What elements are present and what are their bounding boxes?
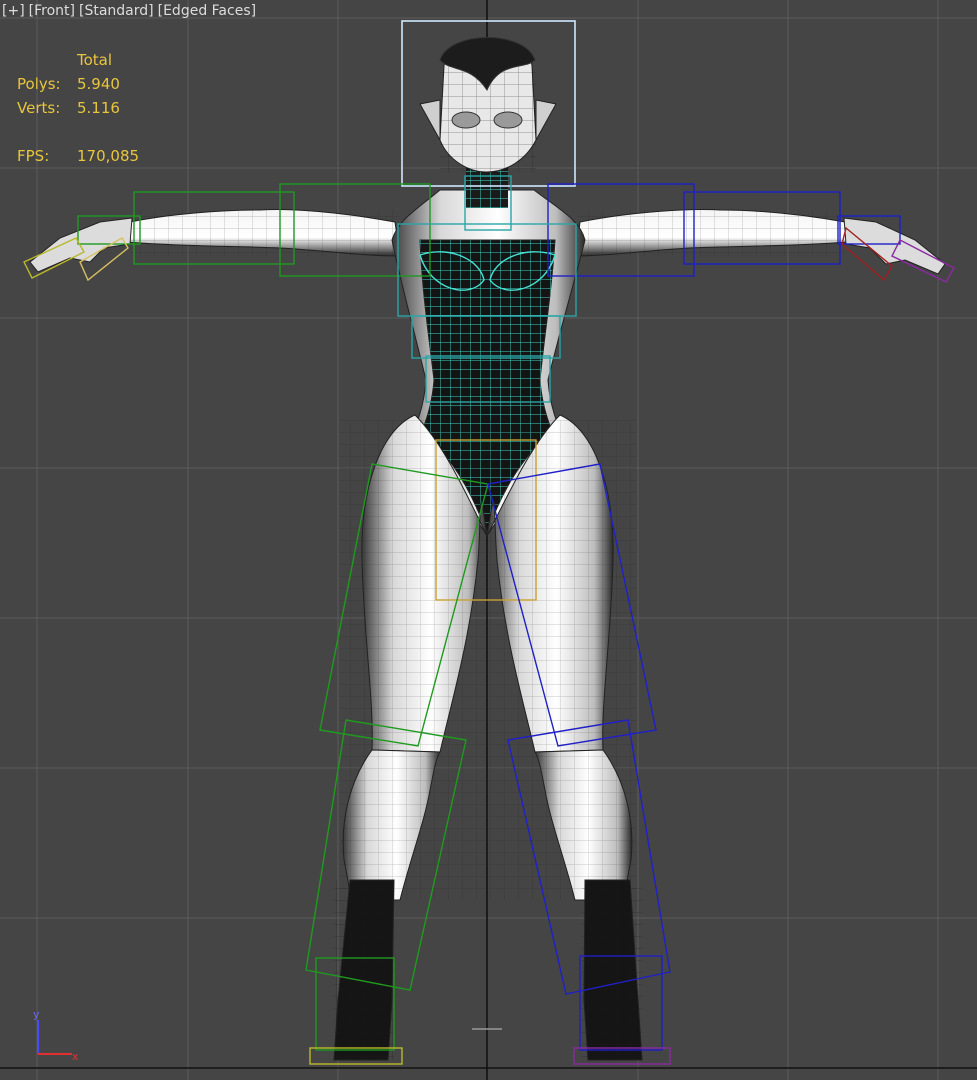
viewport-scene[interactable]: [0, 0, 977, 1080]
stats-verts-row: Verts: 5.116: [17, 96, 139, 120]
right-arm-mesh: [578, 210, 846, 256]
left-boot-mesh: [334, 880, 394, 1060]
viewport-label-menu: [+] [Front] [Standard] [Edged Faces]: [2, 3, 256, 19]
polys-value: 5.940: [77, 75, 120, 93]
front-viewport[interactable]: [+] [Front] [Standard] [Edged Faces] Tot…: [0, 0, 977, 1080]
stats-polys-row: Polys: 5.940: [17, 72, 139, 96]
right-hand: [843, 217, 946, 275]
axis-y-label: y: [33, 1008, 40, 1021]
verts-value: 5.116: [77, 99, 120, 117]
polys-label: Polys:: [17, 75, 61, 93]
right-boot-mesh: [582, 880, 642, 1060]
legs-mesh: [340, 420, 636, 900]
viewport-point-of-view-menu[interactable]: [Front]: [29, 3, 75, 19]
axis-x-label: x: [72, 1050, 79, 1063]
viewport-statistics: Total Polys: 5.940 Verts: 5.116 FPS: 170…: [17, 48, 139, 168]
head: [419, 37, 557, 173]
axis-tripod-icon: y x: [33, 1008, 79, 1063]
viewport-general-menu[interactable]: [+]: [2, 3, 25, 19]
fps-label: FPS:: [17, 147, 50, 165]
verts-label: Verts:: [17, 99, 61, 117]
left-arm-mesh: [130, 210, 400, 256]
stats-fps-row: FPS: 170,085: [17, 144, 139, 168]
viewport-shading-menu[interactable]: [Standard]: [79, 3, 154, 19]
neck-mesh: [466, 168, 508, 208]
viewport-display-mode-menu[interactable]: [Edged Faces]: [158, 3, 256, 19]
fps-value: 170,085: [77, 147, 140, 165]
stats-header: Total: [77, 51, 113, 69]
